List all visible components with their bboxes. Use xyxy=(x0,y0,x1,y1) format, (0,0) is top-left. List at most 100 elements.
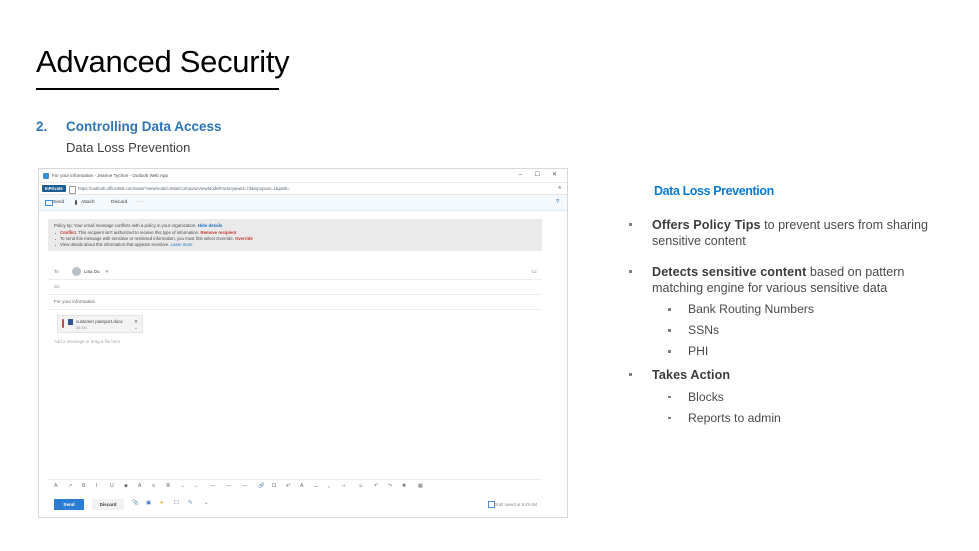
attach-icon[interactable]: 📎 xyxy=(132,500,139,506)
subject-field-row[interactable]: For your information xyxy=(48,294,542,310)
discard-command[interactable]: Discard xyxy=(111,200,127,205)
bullet-marker-icon xyxy=(668,395,671,398)
sub-bullet-text: PHI xyxy=(688,344,709,358)
bold-icon[interactable]: B xyxy=(82,483,85,489)
paperclip-icon xyxy=(62,319,64,328)
agenda-label: Controlling Data Access xyxy=(66,119,222,134)
attach-icon xyxy=(75,199,77,205)
bullet-list-icon[interactable]: ≡ xyxy=(152,483,155,489)
bullet-marker-icon xyxy=(668,416,671,419)
bullet-marker-icon xyxy=(668,350,671,353)
cc-field-row[interactable]: Cc xyxy=(48,279,542,295)
sub-bullet-item: PHI xyxy=(610,341,958,362)
send-command[interactable]: Send xyxy=(53,200,64,205)
remove-recipient-link[interactable]: Remove recipient xyxy=(200,230,236,235)
text-color-icon[interactable]: A xyxy=(138,483,141,489)
attach-command[interactable]: Attach xyxy=(81,200,95,205)
unlink-icon[interactable]: ⚀ xyxy=(272,483,277,489)
indent-icon[interactable]: → xyxy=(180,483,185,489)
code-icon[interactable]: ‹› xyxy=(342,483,345,489)
help-icon[interactable]: ? xyxy=(556,200,559,205)
bullet-marker-icon xyxy=(55,239,57,241)
content-pane: Data Loss Prevention Offers Policy Tips … xyxy=(610,184,958,429)
policy-tip-item: Conflict. This recipient isn't authorize… xyxy=(60,230,236,235)
table-icon[interactable]: ▦ xyxy=(418,483,423,489)
sub-bullet-item: Blocks xyxy=(610,387,958,408)
policy-tip-headline-text: Policy tip: Your email message conflicts… xyxy=(54,223,197,228)
font-color-icon[interactable]: A xyxy=(54,483,57,489)
embedded-browser-screenshot: For your information - Jeanne Tychon - O… xyxy=(38,168,568,518)
bullet-bold-text: Takes Action xyxy=(652,368,731,382)
numbered-list-icon[interactable]: ≣ xyxy=(166,483,170,489)
bullet-bold-text: Detects sensitive content xyxy=(652,265,807,279)
link-icon[interactable]: 🔗 xyxy=(258,483,264,489)
italic-icon[interactable]: I xyxy=(96,483,97,489)
hide-details-link[interactable]: Hide details xyxy=(198,223,223,228)
underline-icon[interactable]: U xyxy=(110,483,114,489)
send-button[interactable]: Send xyxy=(54,499,84,510)
close-icon[interactable]: ✕ xyxy=(105,269,109,275)
policy-tip-text: To send this message with sensitive or r… xyxy=(60,236,234,241)
bullet-item: Takes Action xyxy=(610,368,958,384)
align-right-icon[interactable]: — xyxy=(242,483,247,489)
sub-bullet-text: Reports to admin xyxy=(688,410,781,425)
cc-toggle-button[interactable]: Cc xyxy=(532,269,537,274)
outlook-favicon-icon xyxy=(43,172,49,179)
learn-more-link[interactable]: Learn more xyxy=(171,242,193,247)
align-left-icon[interactable]: — xyxy=(210,483,215,489)
highlight-icon[interactable]: ◆ xyxy=(124,483,128,489)
bullet-marker-icon xyxy=(668,329,671,332)
policy-tip-banner: Policy tip: Your email message conflicts… xyxy=(48,219,542,251)
policy-tip-text: This recipient isn't authorized to recei… xyxy=(77,230,200,235)
attachment-size: 58 KB xyxy=(76,325,87,330)
chevron-down-icon[interactable]: ⌄ xyxy=(204,500,209,506)
sub-bullet-text: SSNs xyxy=(688,323,720,337)
override-link[interactable]: Override xyxy=(235,236,253,241)
minimize-button[interactable]: – xyxy=(519,172,522,178)
sub-bullet-item: SSNs xyxy=(610,320,958,341)
policy-tip-headline: Policy tip: Your email message conflicts… xyxy=(54,223,222,228)
url-text[interactable]: https://outlook.office365.com/owa/?viewm… xyxy=(78,186,498,191)
browser-address-bar[interactable]: InPrivate https://outlook.office365.com/… xyxy=(39,183,567,195)
redo-icon[interactable]: ↷ xyxy=(388,483,392,489)
outdent-icon[interactable]: ← xyxy=(194,483,199,489)
superscript-icon[interactable]: x² xyxy=(286,483,290,489)
page-title: Advanced Security xyxy=(36,44,290,79)
emoji-icon[interactable]: ☺ xyxy=(358,483,363,489)
recipient-chip[interactable]: Lisa Du xyxy=(84,269,100,274)
subscript-icon[interactable]: A xyxy=(300,483,303,489)
owa-command-bar: Send Attach Discard ··· ? xyxy=(39,195,567,211)
bullet-bold-text: Offers Policy Tips xyxy=(652,218,761,232)
attachment-tile[interactable]: customer passport.docx 58 KB ✕ ⌄ xyxy=(57,315,143,333)
bullet-marker-icon xyxy=(629,373,632,376)
undo-icon[interactable]: ↶ xyxy=(374,483,378,489)
close-button[interactable]: ✕ xyxy=(552,172,557,178)
font-size-icon[interactable]: ↗ xyxy=(68,483,72,489)
policy-tip-text: View details about this information that… xyxy=(60,242,170,247)
sub-bullet-text: Bank Routing Numbers xyxy=(688,302,814,316)
policy-tip-lead: Conflict. xyxy=(60,230,78,235)
align-center-icon[interactable]: — xyxy=(226,483,231,489)
quote-icon[interactable]: „ xyxy=(328,483,330,489)
more-commands-button[interactable]: ··· xyxy=(137,200,144,205)
strikethrough-icon[interactable]: ⚊ xyxy=(314,483,319,489)
subject-input[interactable]: For your information xyxy=(54,299,95,304)
maximize-button[interactable]: ☐ xyxy=(535,172,540,178)
star-icon[interactable]: ★ xyxy=(558,185,562,191)
to-label: To xyxy=(54,269,59,274)
bullet-marker-icon xyxy=(668,308,671,311)
discard-button[interactable]: Discard xyxy=(92,499,124,510)
bullet-marker-icon xyxy=(55,245,57,247)
clear-format-icon[interactable]: ✖ xyxy=(402,483,406,489)
title-underline xyxy=(36,88,279,90)
picture-icon[interactable]: ▣ xyxy=(146,500,151,506)
send-icon xyxy=(45,200,53,206)
emoji-icon[interactable]: ● xyxy=(160,500,163,506)
ink-icon[interactable]: ✎ xyxy=(188,500,193,506)
signature-icon[interactable]: ☐ xyxy=(174,500,179,506)
message-body-input[interactable]: Add a message or drag a file here xyxy=(54,339,120,344)
lock-icon xyxy=(69,185,76,194)
compose-pane: Policy tip: Your email message conflicts… xyxy=(39,211,567,517)
to-field-row[interactable]: To Lisa Du ✕ Cc xyxy=(48,263,542,280)
chevron-down-icon[interactable]: ⌄ xyxy=(134,325,138,331)
